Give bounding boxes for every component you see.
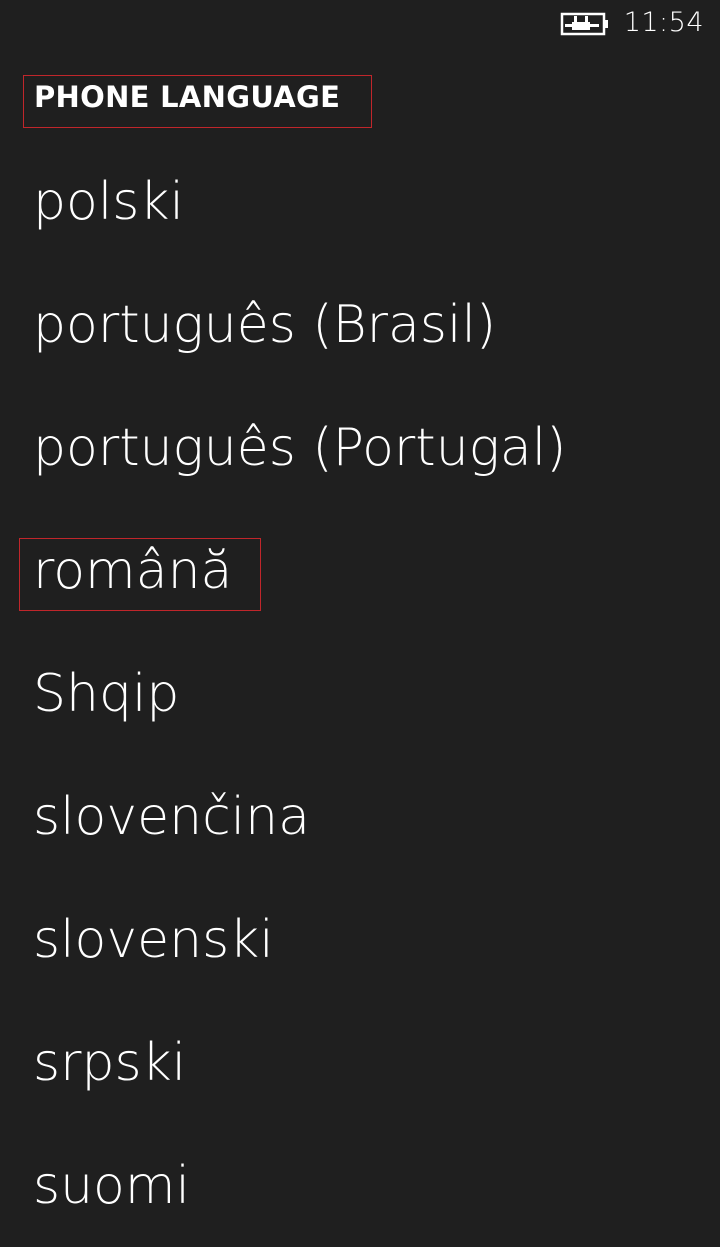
language-label: suomi xyxy=(33,1156,190,1216)
language-item-suomi[interactable]: suomi xyxy=(0,1124,720,1247)
language-label: Shqip xyxy=(33,664,180,724)
selected-item-highlight-box xyxy=(19,538,261,611)
language-label: slovenski xyxy=(33,910,274,970)
language-item-slovencina[interactable]: slovenčina xyxy=(0,755,720,878)
language-list: polski português (Brasil) português (Por… xyxy=(0,140,720,1247)
language-label: polski xyxy=(33,172,184,232)
language-item-portugues-brasil[interactable]: português (Brasil) xyxy=(0,263,720,386)
status-bar: 11:54 xyxy=(0,0,720,50)
battery-charging-icon xyxy=(560,12,608,36)
language-item-slovenski[interactable]: slovenski xyxy=(0,878,720,1001)
language-label: slovenčina xyxy=(33,787,310,847)
language-item-srpski[interactable]: srpski xyxy=(0,1001,720,1124)
status-clock: 11:54 xyxy=(623,7,704,38)
language-item-shqip[interactable]: Shqip xyxy=(0,632,720,755)
language-item-polski[interactable]: polski xyxy=(0,140,720,263)
page-title: PHONE LANGUAGE xyxy=(34,80,341,114)
language-label: srpski xyxy=(33,1033,187,1093)
language-item-portugues-portugal[interactable]: português (Portugal) xyxy=(0,386,720,509)
language-label: português (Portugal) xyxy=(33,418,567,478)
language-label: português (Brasil) xyxy=(33,295,497,355)
